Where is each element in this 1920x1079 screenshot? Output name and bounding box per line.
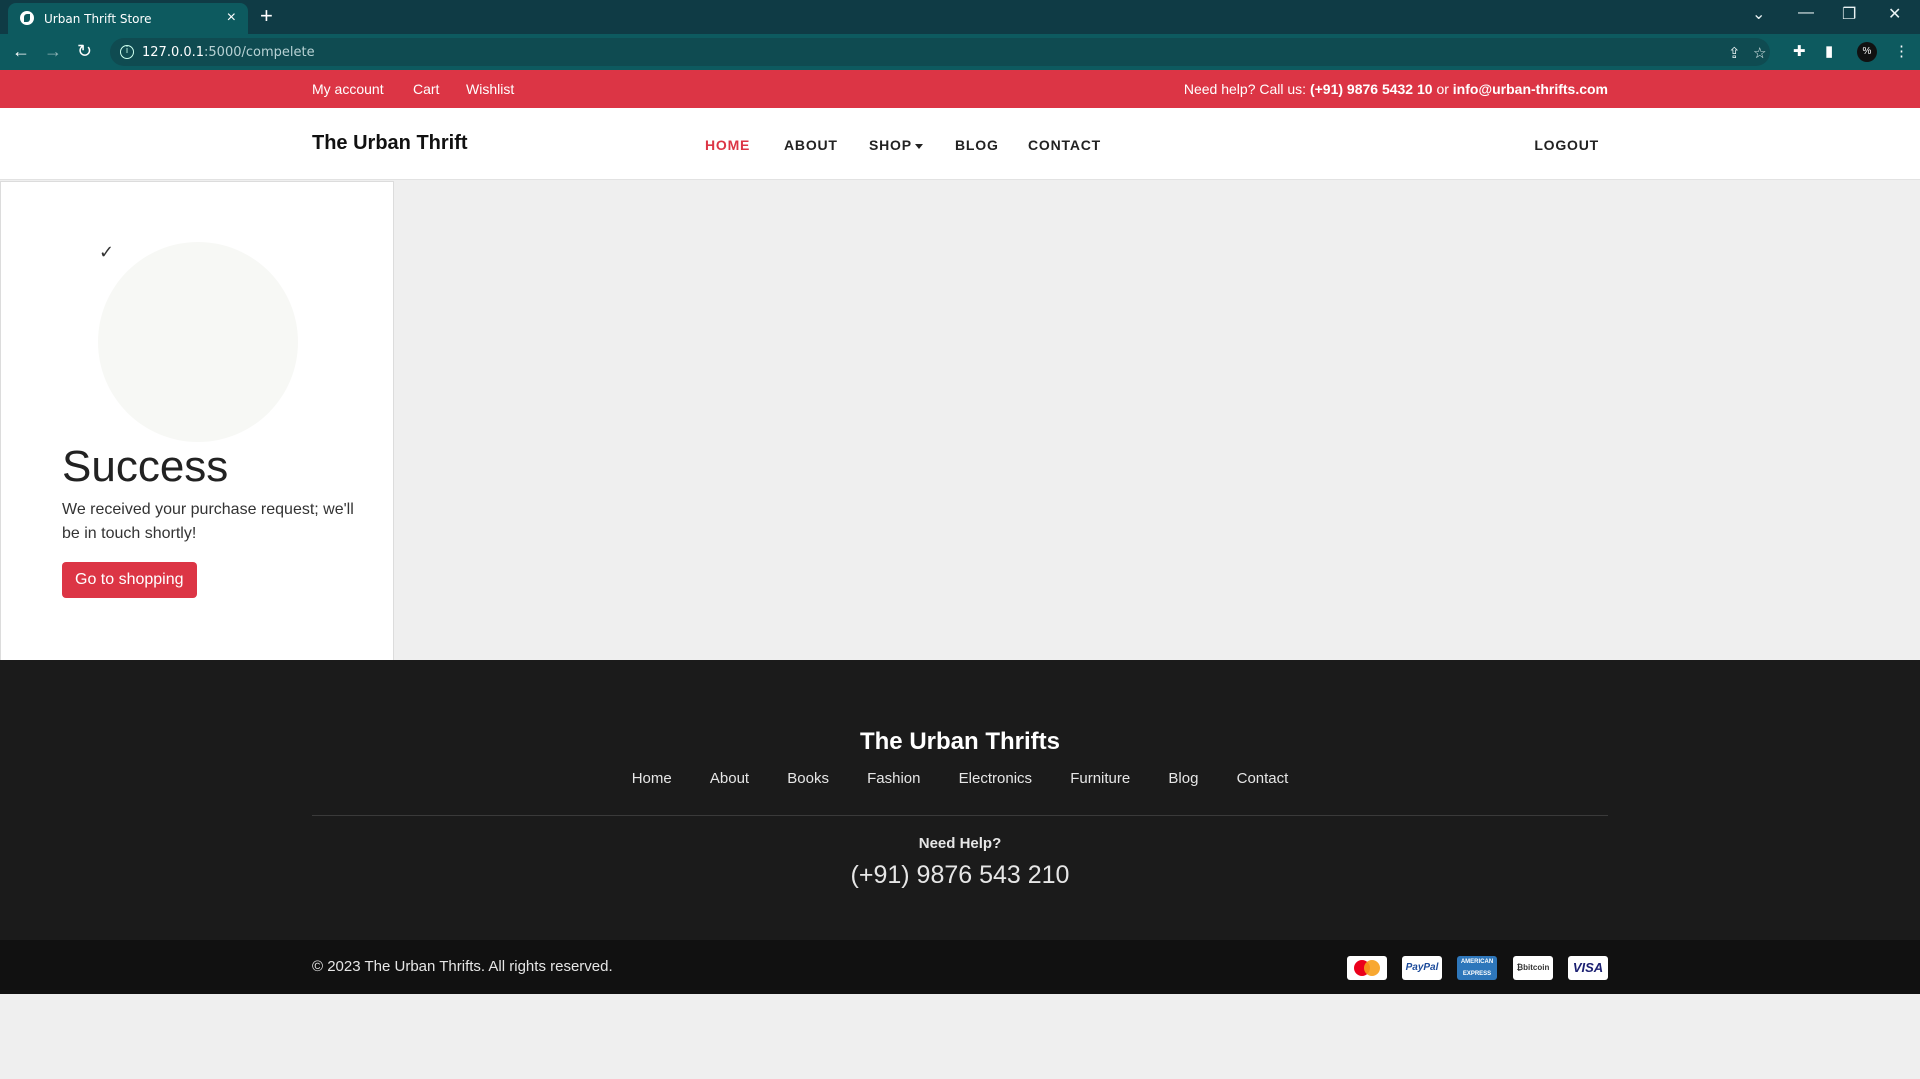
nav-blog[interactable]: BLOG	[955, 137, 999, 153]
nav-shop[interactable]: SHOP	[869, 137, 923, 153]
footer: The Urban Thrifts Home About Books Fashi…	[0, 660, 1920, 940]
help-email[interactable]: info@urban-thrifts.com	[1453, 81, 1608, 97]
logout-link[interactable]: LOGOUT	[1534, 137, 1599, 153]
reload-icon[interactable]: ↻	[77, 41, 92, 62]
profile-avatar[interactable]: %	[1857, 42, 1877, 62]
browser-tab-bar: Urban Thrift Store × + ⌄ — ❐ ✕	[0, 0, 1920, 34]
new-tab-icon[interactable]: +	[260, 4, 273, 28]
success-message: We received your purchase request; we'll…	[62, 501, 354, 542]
browser-address-bar: ← → ↻ i 127.0.0.1:5000/compelete ⇪ ☆ ✚ ▮…	[0, 34, 1920, 70]
back-icon[interactable]: ←	[12, 41, 30, 62]
share-icon[interactable]: ⇪	[1728, 44, 1741, 62]
success-circle	[98, 242, 298, 442]
footer-link-contact[interactable]: Contact	[1237, 770, 1289, 787]
close-tab-icon[interactable]: ×	[227, 9, 236, 27]
footer-phone: (+91) 9876 543 210	[850, 861, 1070, 889]
success-title: Success	[62, 442, 229, 491]
nav-contact[interactable]: CONTACT	[1028, 137, 1101, 153]
footer-link-about[interactable]: About	[710, 770, 749, 787]
tab-search-icon[interactable]: ⌄	[1752, 4, 1765, 24]
checkmark-icon: ✓	[99, 242, 115, 263]
more-options-icon[interactable]: ⋮	[1894, 42, 1909, 60]
footer-link-fashion[interactable]: Fashion	[867, 770, 920, 787]
copyright-text: © 2023 The Urban Thrifts. All rights res…	[312, 958, 613, 975]
american-express-icon: AMERICAN EXPRESS	[1457, 956, 1497, 980]
go-to-shopping-button[interactable]: Go to shopping	[62, 562, 197, 598]
tab-title: Urban Thrift Store	[44, 12, 152, 26]
side-panel-icon[interactable]: ▮	[1825, 42, 1833, 60]
footer-link-books[interactable]: Books	[787, 770, 829, 787]
wishlist-link[interactable]: Wishlist	[466, 81, 514, 97]
footer-link-blog[interactable]: Blog	[1168, 770, 1198, 787]
site-favicon-icon	[20, 11, 34, 25]
footer-link-home[interactable]: Home	[632, 770, 672, 787]
footer-need-help: Need Help?	[918, 835, 1002, 852]
minimize-icon[interactable]: —	[1798, 4, 1814, 22]
help-contact: Need help? Call us: (+91) 9876 5432 10 o…	[1183, 81, 1608, 97]
nav-about[interactable]: ABOUT	[784, 137, 838, 153]
footer-link-furniture[interactable]: Furniture	[1070, 770, 1130, 787]
url-input[interactable]: i 127.0.0.1:5000/compelete ⇪ ☆	[110, 38, 1770, 66]
close-window-icon[interactable]: ✕	[1888, 4, 1901, 24]
url-text: 127.0.0.1:5000/compelete	[142, 45, 315, 60]
my-account-link[interactable]: My account	[312, 81, 384, 97]
paypal-icon: PayPal	[1402, 956, 1442, 980]
mastercard-icon	[1347, 956, 1387, 980]
cart-link[interactable]: Cart	[413, 81, 439, 97]
site-brand[interactable]: The Urban Thrift	[312, 132, 468, 155]
footer-nav: Home About Books Fashion Electronics Fur…	[0, 770, 1920, 787]
bookmark-star-icon[interactable]: ☆	[1753, 44, 1766, 62]
visa-icon: VISA	[1568, 956, 1608, 980]
chevron-down-icon	[914, 143, 923, 149]
nav-home[interactable]: HOME	[705, 137, 750, 153]
browser-tab[interactable]: Urban Thrift Store ×	[8, 3, 248, 34]
help-phone: (+91) 9876 5432 10	[1309, 81, 1433, 97]
footer-link-electronics[interactable]: Electronics	[959, 770, 1032, 787]
bitcoin-icon: ₿bitcoin	[1513, 956, 1553, 980]
copyright-bar: © 2023 The Urban Thrifts. All rights res…	[0, 940, 1920, 994]
footer-divider	[312, 815, 1608, 816]
site-info-icon[interactable]: i	[120, 45, 134, 59]
forward-icon[interactable]: →	[44, 41, 62, 62]
success-card: ✓ Success We received your purchase requ…	[0, 181, 394, 661]
extensions-icon[interactable]: ✚	[1793, 42, 1806, 60]
main-header: The Urban Thrift HOME ABOUT SHOP BLOG CO…	[0, 108, 1920, 180]
top-utility-bar: My account Cart Wishlist Need help? Call…	[0, 70, 1920, 108]
footer-brand: The Urban Thrifts	[859, 728, 1060, 755]
restore-icon[interactable]: ❐	[1842, 4, 1856, 24]
